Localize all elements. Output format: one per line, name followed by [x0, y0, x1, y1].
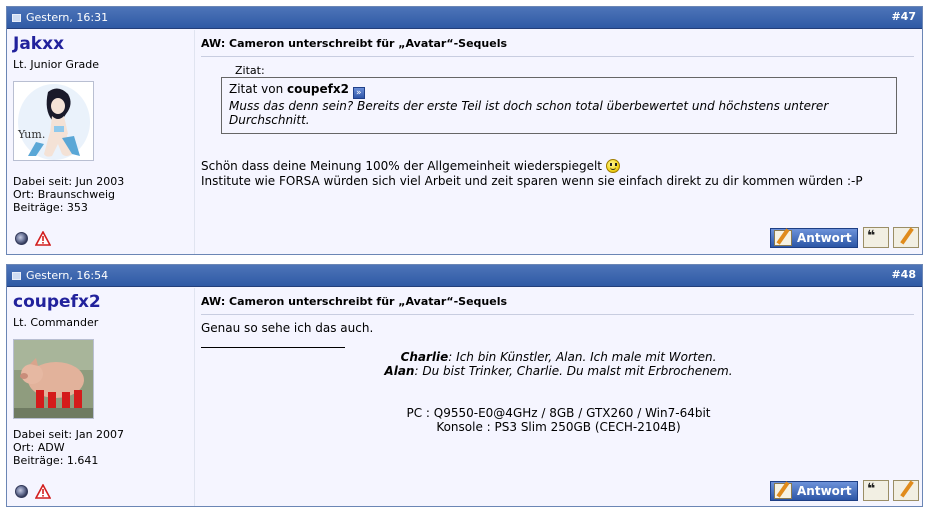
username-link[interactable]: coupefx2 [13, 292, 101, 312]
signature-speaker: Charlie [400, 350, 449, 364]
post-date-icon [12, 14, 21, 22]
signature-speaker: Alan [384, 364, 415, 378]
post-header: Gestern, 16:54 #48 [7, 265, 922, 287]
svg-text:Yum.: Yum. [17, 128, 45, 141]
user-stats: Dabei seit: Jan 2007 Ort: ADW Beiträge: … [13, 428, 124, 467]
user-posts: Beiträge: 1.641 [13, 454, 99, 467]
user-location: Ort: Braunschweig [13, 188, 116, 201]
quote-from-prefix: Zitat von [229, 82, 287, 96]
post-number-link[interactable]: #47 [891, 10, 916, 23]
user-posts: Beiträge: 353 [13, 201, 88, 214]
message-line: Schön dass deine Meinung 100% der Allgem… [201, 159, 603, 173]
quote-box: Zitat von coupefx2 » Muss das denn sein?… [221, 77, 897, 134]
username-link[interactable]: Jakxx [13, 34, 64, 54]
user-rank: Lt. Junior Grade [13, 58, 99, 71]
smile-icon [605, 159, 620, 173]
post-date-icon [12, 272, 21, 280]
multiquote-button[interactable] [893, 480, 919, 501]
user-info-panel: Jakxx Lt. Junior Grade Yum. Dabei seit: … [7, 30, 195, 254]
signature: Charlie: Ich bin Künstler, Alan. Ich mal… [195, 350, 922, 434]
post-body: Genau so sehe ich das auch. [201, 321, 374, 335]
offline-status-icon [15, 232, 28, 245]
reply-button[interactable]: Antwort [770, 228, 858, 248]
quote-text: Muss das denn sein? Bereits der erste Te… [229, 99, 889, 127]
quote-author: coupefx2 [287, 82, 349, 96]
report-post-icon[interactable] [35, 484, 51, 499]
quote-label: Zitat: [235, 64, 265, 77]
post-47: Gestern, 16:31 #47 Jakxx Lt. Junior Grad… [6, 6, 923, 255]
multiquote-button[interactable] [893, 227, 919, 248]
avatar [13, 339, 94, 419]
user-rank: Lt. Commander [13, 316, 99, 329]
quote-button[interactable]: ❝ [863, 480, 889, 501]
reply-button[interactable]: Antwort [770, 481, 858, 501]
quote-icon: ❝ [867, 228, 876, 244]
quote-text-line: Muss das denn sein? Bereits der erste Te… [229, 99, 829, 113]
quote-icon: ❝ [867, 481, 876, 497]
reply-pencil-icon [774, 483, 792, 499]
user-stats: Dabei seit: Jun 2003 Ort: Braunschweig B… [13, 175, 124, 214]
quote-text-line: Durchschnitt. [229, 113, 310, 127]
signature-divider [201, 347, 345, 348]
post-date: Gestern, 16:54 [26, 269, 109, 282]
post-48: Gestern, 16:54 #48 coupefx2 Lt. Commande… [6, 264, 923, 507]
post-title: AW: Cameron unterschreibt für „Avatar“-S… [201, 37, 914, 57]
avatar: Yum. [13, 81, 94, 161]
post-number-link[interactable]: #48 [891, 268, 916, 281]
user-info-panel: coupefx2 Lt. Commander Dabei seit: Jan 2… [7, 288, 195, 506]
offline-status-icon [15, 485, 28, 498]
post-message-panel: AW: Cameron unterschreibt für „Avatar“-S… [195, 30, 922, 254]
user-joined: Dabei seit: Jan 2007 [13, 428, 125, 441]
post-title: AW: Cameron unterschreibt für „Avatar“-S… [201, 295, 914, 315]
reply-button-label: Antwort [797, 484, 852, 498]
user-joined: Dabei seit: Jun 2003 [13, 175, 125, 188]
signature-quote-line: Charlie: Ich bin Künstler, Alan. Ich mal… [195, 350, 922, 364]
post-message-panel: AW: Cameron unterschreibt für „Avatar“-S… [195, 288, 922, 506]
post-body: Schön dass deine Meinung 100% der Allgem… [201, 159, 863, 189]
signature-quote-text: : Du bist Trinker, Charlie. Du malst mit… [414, 364, 733, 378]
quote-header: Zitat von coupefx2 » [229, 82, 889, 99]
signature-console-specs: Konsole : PS3 Slim 250GB (CECH-2104B) [436, 420, 681, 434]
post-header: Gestern, 16:31 #47 [7, 7, 922, 29]
signature-pc-specs: PC : Q9550-E0@4GHz / 8GB / GTX260 / Win7… [406, 406, 711, 420]
view-post-arrow-icon[interactable]: » [352, 87, 365, 99]
report-post-icon[interactable] [35, 231, 51, 246]
signature-quote-line: Alan: Du bist Trinker, Charlie. Du malst… [195, 364, 922, 378]
quote-button[interactable]: ❝ [863, 227, 889, 248]
reply-pencil-icon [774, 230, 792, 246]
message-line: Institute wie FORSA würden sich viel Arb… [201, 174, 863, 188]
reply-button-label: Antwort [797, 231, 852, 245]
post-date: Gestern, 16:31 [26, 11, 109, 24]
signature-quote-text: : Ich bin Künstler, Alan. Ich male mit W… [448, 350, 717, 364]
user-location: Ort: ADW [13, 441, 65, 454]
